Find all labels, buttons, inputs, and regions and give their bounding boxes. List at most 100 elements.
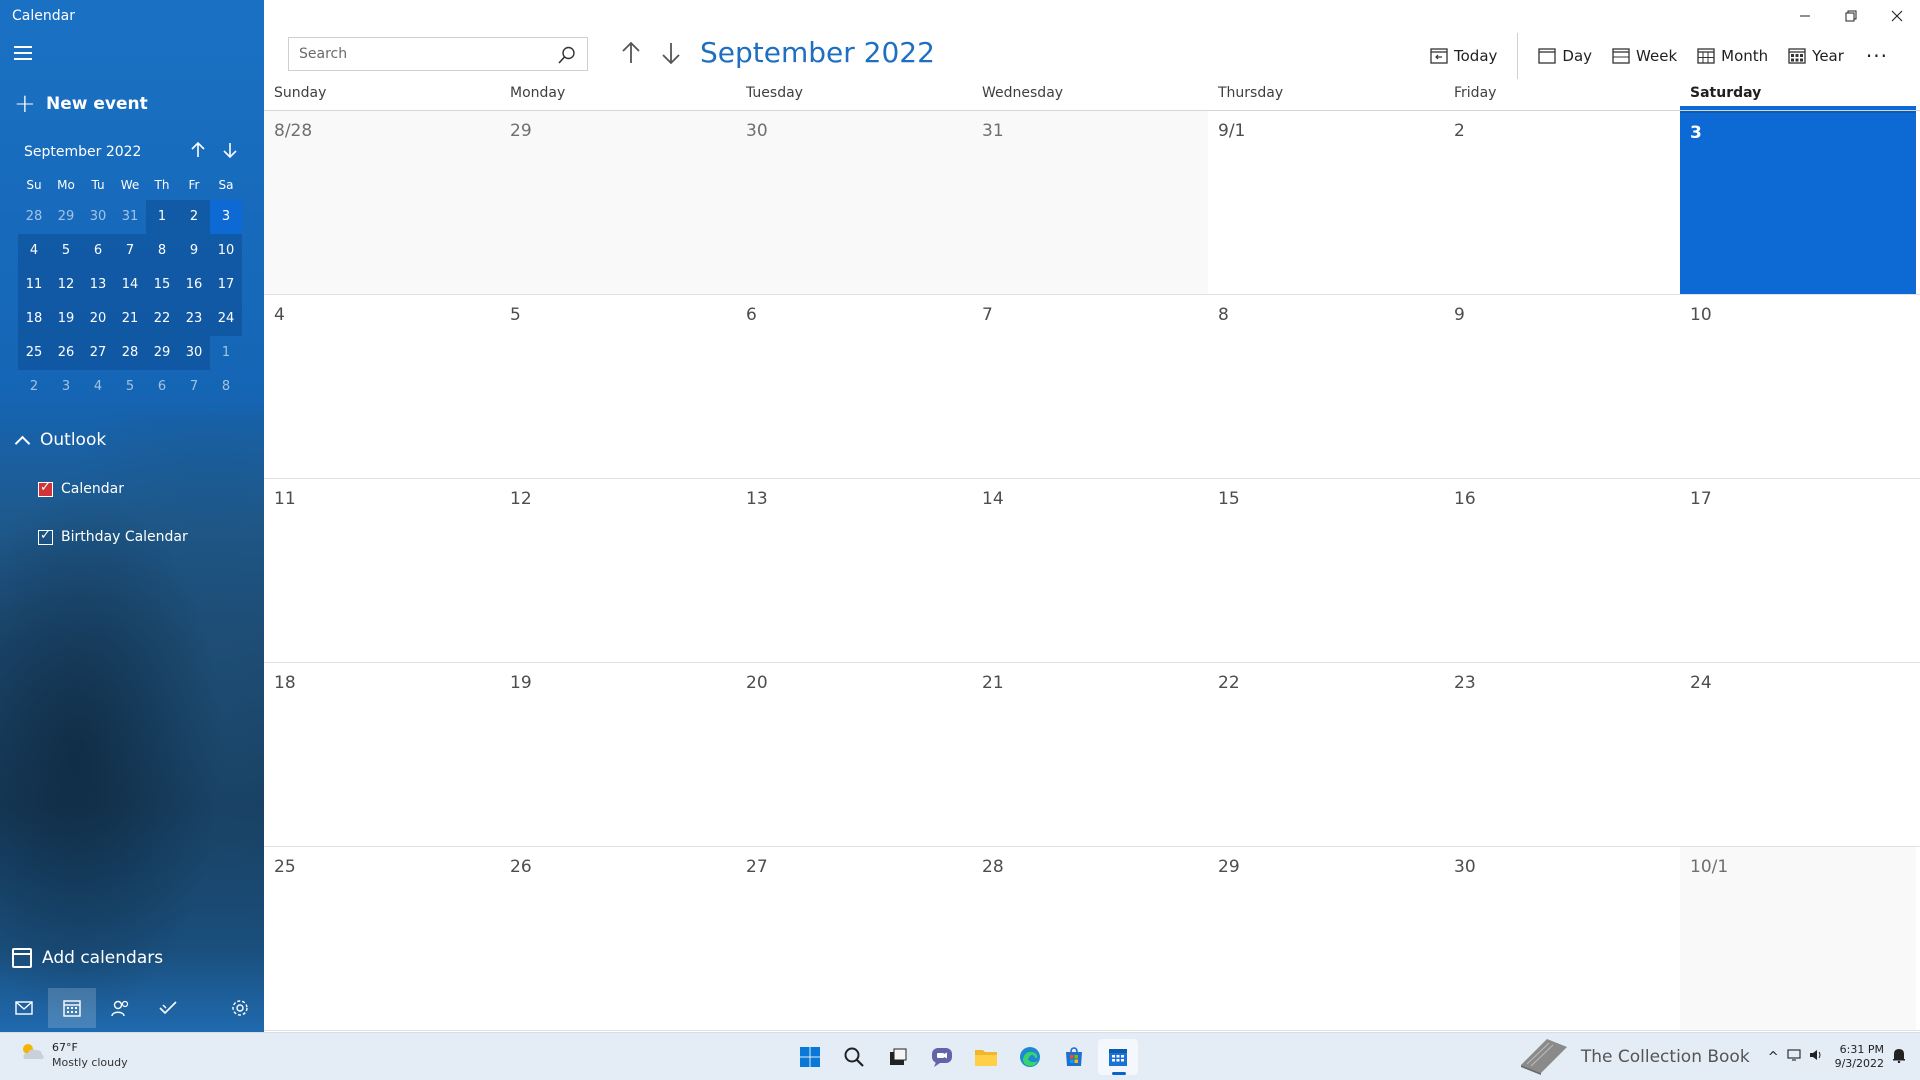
week-view-button[interactable]: Week xyxy=(1602,38,1687,74)
close-icon[interactable] xyxy=(1874,0,1920,32)
day-cell[interactable]: 20 xyxy=(736,663,972,846)
next-month-arrow-icon[interactable] xyxy=(656,38,686,68)
network-icon[interactable] xyxy=(1787,1049,1801,1065)
day-cell[interactable]: 18 xyxy=(264,663,500,846)
mini-calendar-day[interactable]: 12 xyxy=(50,268,82,302)
mini-calendar-day[interactable]: 4 xyxy=(18,234,50,268)
search-box[interactable] xyxy=(288,37,588,71)
day-cell[interactable]: 29 xyxy=(1208,847,1444,1030)
birthday-calendar-checkbox[interactable] xyxy=(38,528,53,545)
volume-icon[interactable] xyxy=(1809,1049,1823,1065)
mini-calendar-day[interactable]: 10 xyxy=(210,234,242,268)
mini-prev-arrow-icon[interactable] xyxy=(188,141,208,163)
mini-calendar-day[interactable]: 28 xyxy=(114,336,146,370)
mini-calendar-day[interactable]: 25 xyxy=(18,336,50,370)
mail-icon[interactable] xyxy=(0,988,48,1028)
minimize-icon[interactable] xyxy=(1782,0,1828,32)
year-view-button[interactable]: Year xyxy=(1778,38,1854,74)
mini-calendar-day[interactable]: 29 xyxy=(146,336,178,370)
new-event-button[interactable]: + New event xyxy=(14,91,148,117)
day-cell[interactable]: 27 xyxy=(736,847,972,1030)
mini-calendar-day[interactable]: 2 xyxy=(18,370,50,404)
day-cell[interactable]: 4 xyxy=(264,295,500,478)
search-icon[interactable] xyxy=(557,45,577,69)
mini-calendar-day[interactable]: 11 xyxy=(18,268,50,302)
month-title[interactable]: September 2022 xyxy=(700,36,935,69)
mini-calendar-day[interactable]: 5 xyxy=(50,234,82,268)
calendar-icon[interactable] xyxy=(48,988,96,1028)
day-cell[interactable]: 16 xyxy=(1444,479,1680,662)
day-cell[interactable]: 22 xyxy=(1208,663,1444,846)
day-cell[interactable]: 21 xyxy=(972,663,1208,846)
day-cell[interactable]: 7 xyxy=(972,295,1208,478)
day-cell-today[interactable]: 3 xyxy=(1680,111,1916,294)
day-cell[interactable]: 12 xyxy=(500,479,736,662)
month-view-button[interactable]: Month xyxy=(1687,38,1778,74)
mini-calendar-day[interactable]: 28 xyxy=(18,200,50,234)
mini-calendar-day[interactable]: 6 xyxy=(146,370,178,404)
mini-calendar-day[interactable]: 6 xyxy=(82,234,114,268)
mini-calendar-day[interactable]: 9 xyxy=(178,234,210,268)
day-cell[interactable]: 6 xyxy=(736,295,972,478)
day-cell[interactable]: 8/28 xyxy=(264,111,500,294)
add-calendars-button[interactable]: Add calendars xyxy=(12,948,163,968)
birthday-calendar-checkbox-item[interactable]: Birthday Calendar xyxy=(38,528,188,545)
mini-calendar-day[interactable]: 30 xyxy=(178,336,210,370)
mini-calendar-day[interactable]: 26 xyxy=(50,336,82,370)
notification-bell-icon[interactable] xyxy=(1892,1047,1906,1067)
chevron-up-icon[interactable]: ^ xyxy=(1768,1050,1779,1065)
mini-calendar-day[interactable]: 21 xyxy=(114,302,146,336)
day-cell[interactable]: 9/1 xyxy=(1208,111,1444,294)
day-cell[interactable]: 23 xyxy=(1444,663,1680,846)
mini-calendar-today[interactable]: 3 xyxy=(210,200,242,234)
start-windows-icon[interactable] xyxy=(790,1039,830,1075)
mini-calendar-day[interactable]: 1 xyxy=(146,200,178,234)
day-cell[interactable]: 11 xyxy=(264,479,500,662)
day-cell[interactable]: 26 xyxy=(500,847,736,1030)
previous-month-arrow-icon[interactable] xyxy=(616,38,646,68)
mini-calendar-day[interactable]: 27 xyxy=(82,336,114,370)
day-cell[interactable]: 25 xyxy=(264,847,500,1030)
day-cell[interactable]: 13 xyxy=(736,479,972,662)
search-taskbar-icon[interactable] xyxy=(834,1039,874,1075)
day-cell[interactable]: 30 xyxy=(1444,847,1680,1030)
day-cell[interactable]: 5 xyxy=(500,295,736,478)
day-cell[interactable]: 8 xyxy=(1208,295,1444,478)
mini-calendar-day[interactable]: 17 xyxy=(210,268,242,302)
mini-calendar-day[interactable]: 29 xyxy=(50,200,82,234)
mini-calendar-day[interactable]: 5 xyxy=(114,370,146,404)
mini-calendar-day[interactable]: 8 xyxy=(146,234,178,268)
clock[interactable]: 6:31 PM 9/3/2022 xyxy=(1835,1043,1884,1071)
mini-calendar-day[interactable]: 2 xyxy=(178,200,210,234)
day-cell[interactable]: 28 xyxy=(972,847,1208,1030)
today-button[interactable]: Today xyxy=(1420,38,1507,74)
teams-chat-icon[interactable] xyxy=(922,1039,962,1075)
day-cell[interactable]: 17 xyxy=(1680,479,1916,662)
mini-calendar-day[interactable]: 14 xyxy=(114,268,146,302)
day-cell[interactable]: 30 xyxy=(736,111,972,294)
mini-calendar-day[interactable]: 7 xyxy=(178,370,210,404)
day-cell[interactable]: 14 xyxy=(972,479,1208,662)
mini-calendar-day[interactable]: 19 xyxy=(50,302,82,336)
day-view-button[interactable]: Day xyxy=(1528,38,1602,74)
mini-calendar-day[interactable]: 22 xyxy=(146,302,178,336)
day-cell[interactable]: 2 xyxy=(1444,111,1680,294)
mini-calendar-day[interactable]: 16 xyxy=(178,268,210,302)
hamburger-menu-icon[interactable] xyxy=(14,46,32,60)
mini-calendar-day[interactable]: 7 xyxy=(114,234,146,268)
outlook-account-toggle[interactable]: Outlook xyxy=(14,430,106,450)
mini-calendar-day[interactable]: 1 xyxy=(210,336,242,370)
microsoft-store-icon[interactable] xyxy=(1054,1039,1094,1075)
day-cell[interactable]: 10/1 xyxy=(1680,847,1916,1030)
mini-calendar-day[interactable]: 4 xyxy=(82,370,114,404)
calendar-checkbox[interactable] xyxy=(38,480,53,497)
todo-icon[interactable] xyxy=(144,988,192,1028)
file-explorer-icon[interactable] xyxy=(966,1039,1006,1075)
mini-calendar-day[interactable]: 20 xyxy=(82,302,114,336)
mini-calendar-day[interactable]: 15 xyxy=(146,268,178,302)
search-input[interactable] xyxy=(289,38,539,70)
mini-calendar-day[interactable]: 31 xyxy=(114,200,146,234)
mini-calendar-day[interactable]: 13 xyxy=(82,268,114,302)
mini-calendar-day[interactable]: 23 xyxy=(178,302,210,336)
restore-icon[interactable] xyxy=(1828,0,1874,32)
